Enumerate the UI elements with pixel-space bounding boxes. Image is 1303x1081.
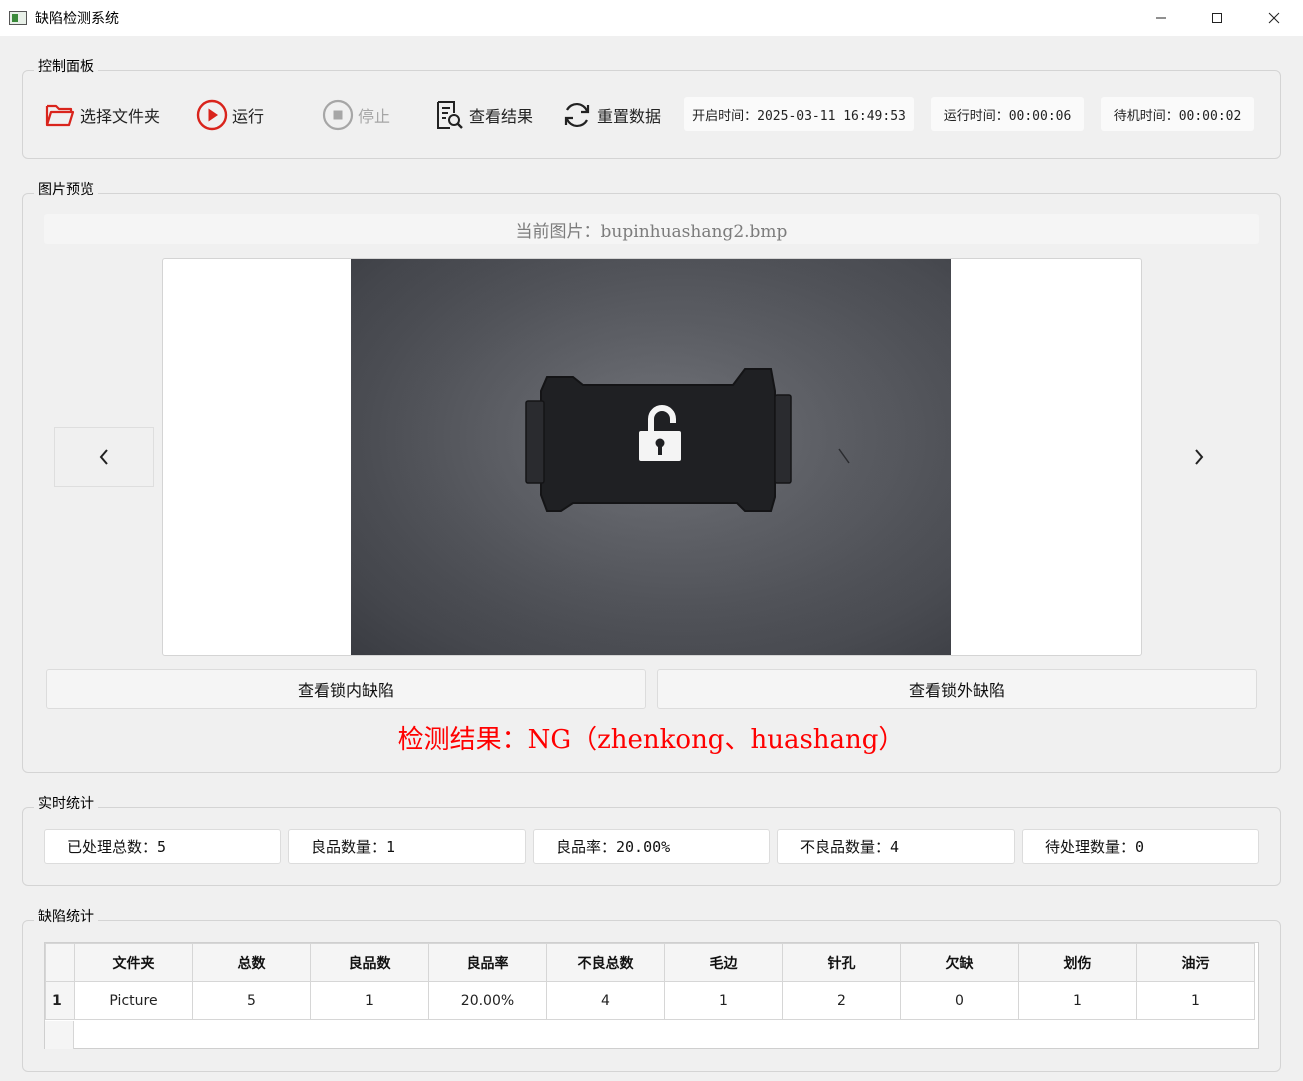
- table-cell[interactable]: 5: [192, 981, 311, 1020]
- processed-total-stat: 已处理总数：5: [44, 829, 281, 864]
- table-cell[interactable]: 2: [782, 981, 901, 1020]
- folder-open-icon: [44, 99, 76, 131]
- title-bar: 缺陷检测系统: [0, 0, 1303, 36]
- app-icon: [9, 11, 27, 25]
- view-outer-defects-button[interactable]: 查看锁外缺陷: [657, 669, 1257, 709]
- preview-image: [351, 259, 951, 655]
- maximize-button[interactable]: [1188, 0, 1246, 36]
- preview-title: 图片预览: [34, 179, 98, 199]
- table-corner[interactable]: [45, 943, 75, 982]
- select-folder-button[interactable]: 选择文件夹: [44, 95, 160, 135]
- run-time-display: 运行时间：00:00:06: [931, 97, 1084, 131]
- table-row[interactable]: 1 Picture 5 1 20.00% 4 1 2 0 1 1: [45, 981, 1255, 1020]
- view-inner-defects-button[interactable]: 查看锁内缺陷: [46, 669, 646, 709]
- column-header[interactable]: 划伤: [1018, 943, 1137, 982]
- table-cell[interactable]: 20.00%: [428, 981, 547, 1020]
- window-title: 缺陷检测系统: [35, 11, 119, 27]
- column-header[interactable]: 油污: [1136, 943, 1255, 982]
- realtime-stats-title: 实时统计: [34, 793, 98, 813]
- table-cell[interactable]: 4: [546, 981, 665, 1020]
- pending-count-stat: 待处理数量：0: [1022, 829, 1259, 864]
- column-header[interactable]: 文件夹: [74, 943, 193, 982]
- chevron-left-icon: [99, 449, 108, 465]
- view-results-label: 查看结果: [469, 107, 534, 126]
- column-header[interactable]: 不良总数: [546, 943, 665, 982]
- bad-count-stat: 不良品数量：4: [777, 829, 1015, 864]
- column-header[interactable]: 总数: [192, 943, 311, 982]
- column-header[interactable]: 欠缺: [900, 943, 1019, 982]
- table-cell[interactable]: 1: [310, 981, 429, 1020]
- row-number[interactable]: 1: [45, 981, 75, 1020]
- table-cell[interactable]: 1: [1018, 981, 1137, 1020]
- idle-time-display: 待机时间：00:00:02: [1101, 97, 1254, 131]
- start-time-display: 开启时间：2025-03-11 16:49:53: [684, 97, 914, 131]
- column-header[interactable]: 良品率: [428, 943, 547, 982]
- close-icon: [1268, 12, 1280, 24]
- table-cell[interactable]: 0: [900, 981, 1019, 1020]
- run-label: 运行: [232, 107, 265, 126]
- control-panel-title: 控制面板: [34, 56, 98, 76]
- current-image-label: 当前图片：bupinhuashang2.bmp: [44, 214, 1259, 244]
- column-header[interactable]: 针孔: [782, 943, 901, 982]
- select-folder-label: 选择文件夹: [80, 107, 161, 126]
- stop-label: 停止: [358, 107, 391, 126]
- table-cell[interactable]: Picture: [74, 981, 193, 1020]
- defect-stats-table: 文件夹 总数 良品数 良品率 不良总数 毛边 针孔 欠缺 划伤 油污 1 Pic…: [44, 942, 1259, 1049]
- stop-circle-icon: [322, 99, 354, 131]
- view-results-button[interactable]: 查看结果: [433, 95, 533, 135]
- table-empty-area: [45, 1021, 74, 1049]
- minimize-icon: [1156, 17, 1166, 19]
- document-search-icon: [433, 99, 465, 131]
- next-image-button[interactable]: [1149, 427, 1249, 487]
- table-cell[interactable]: 1: [664, 981, 783, 1020]
- column-header[interactable]: 毛边: [664, 943, 783, 982]
- chevron-right-icon: [1195, 449, 1204, 465]
- good-count-stat: 良品数量：1: [288, 829, 526, 864]
- defect-stats-title: 缺陷统计: [34, 906, 98, 926]
- detection-result: 检测结果：NG（zhenkong、huashang）: [397, 724, 905, 755]
- reset-data-label: 重置数据: [597, 107, 662, 126]
- good-rate-stat: 良品率：20.00%: [533, 829, 770, 864]
- stop-button[interactable]: 停止: [322, 95, 390, 135]
- table-cell[interactable]: 1: [1136, 981, 1255, 1020]
- play-circle-icon: [196, 99, 228, 131]
- refresh-icon: [561, 99, 593, 131]
- table-header-row: 文件夹 总数 良品数 良品率 不良总数 毛边 针孔 欠缺 划伤 油污: [45, 943, 1255, 982]
- minimize-button[interactable]: [1132, 0, 1190, 36]
- maximize-icon: [1212, 13, 1222, 23]
- reset-data-button[interactable]: 重置数据: [561, 95, 661, 135]
- close-button[interactable]: [1245, 0, 1303, 36]
- previous-image-button[interactable]: [54, 427, 154, 487]
- run-button[interactable]: 运行: [196, 95, 264, 135]
- column-header[interactable]: 良品数: [310, 943, 429, 982]
